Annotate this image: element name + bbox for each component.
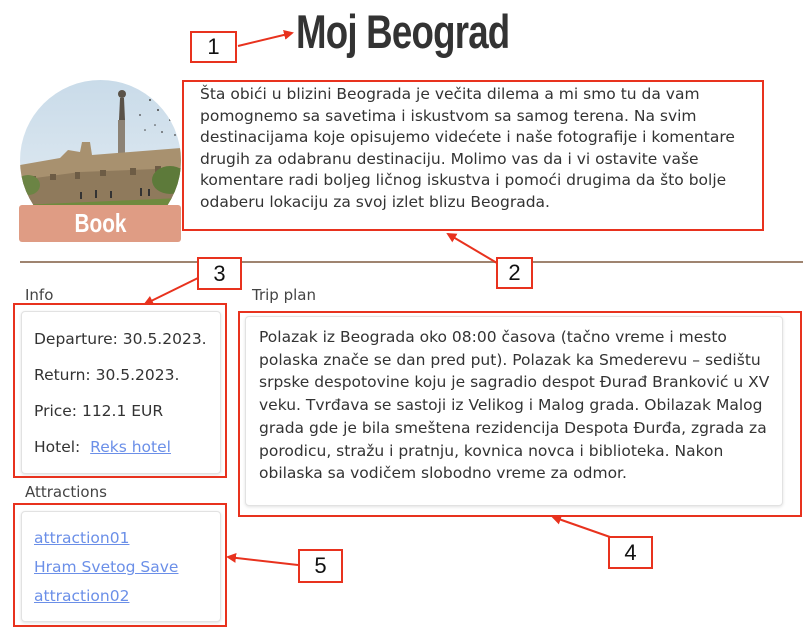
annotation-arrows xyxy=(143,30,611,566)
